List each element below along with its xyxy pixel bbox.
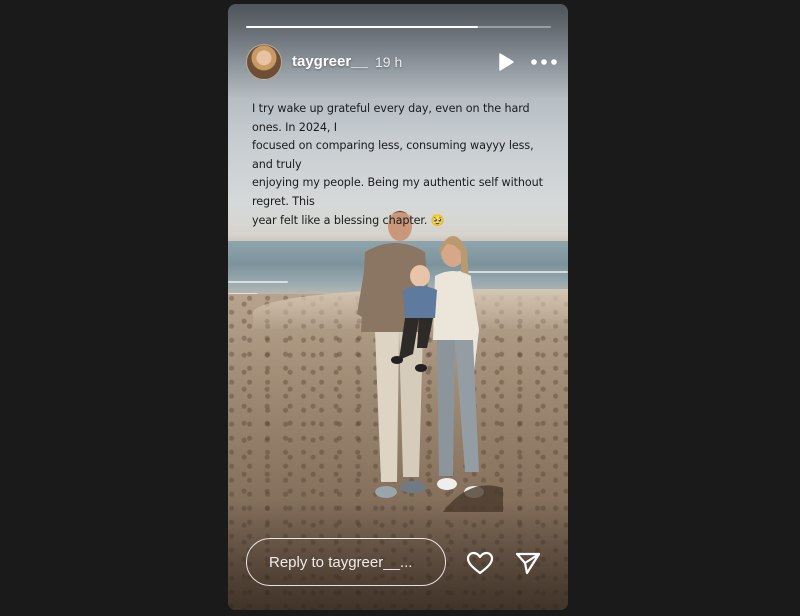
send-icon[interactable] bbox=[515, 551, 541, 575]
story-progress-bar bbox=[246, 26, 551, 28]
caption-line: I try wake up grateful every day, even o… bbox=[252, 102, 530, 134]
caption-line: year felt like a blessing chapter. 🥹 bbox=[252, 213, 445, 227]
caption-line: enjoying my people. Being my authentic s… bbox=[252, 176, 543, 208]
story-viewer: taygreer__ 19 h I try wake up grateful e… bbox=[228, 4, 568, 610]
story-header: taygreer__ 19 h bbox=[246, 44, 557, 80]
caption-line: focused on comparing less, consuming way… bbox=[252, 139, 534, 171]
reply-input[interactable] bbox=[246, 538, 446, 586]
family-photo bbox=[357, 211, 503, 512]
play-icon[interactable] bbox=[496, 52, 516, 72]
story-progress-fill bbox=[246, 26, 478, 28]
heart-icon[interactable] bbox=[466, 551, 494, 575]
username[interactable]: taygreer__ bbox=[292, 53, 368, 70]
story-caption: I try wake up grateful every day, even o… bbox=[252, 100, 552, 230]
avatar[interactable] bbox=[246, 44, 282, 80]
wave bbox=[228, 281, 288, 283]
more-options-icon[interactable] bbox=[530, 52, 558, 72]
post-time: 19 h bbox=[375, 54, 403, 70]
